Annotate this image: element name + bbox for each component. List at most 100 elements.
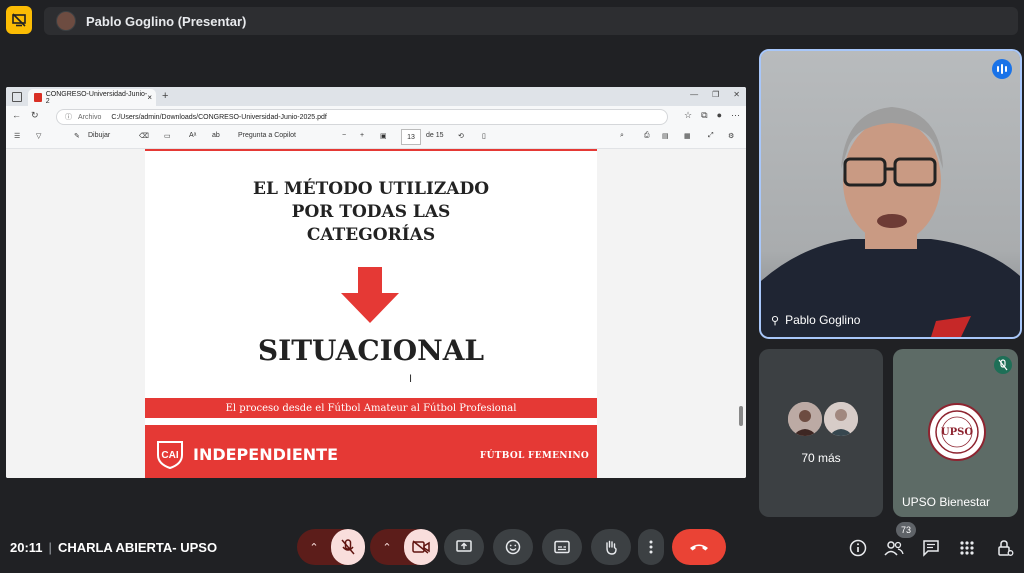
chat-icon[interactable] (921, 538, 941, 558)
down-arrow-icon (341, 267, 399, 323)
mic-options-chevron-icon[interactable]: ⌃ (297, 541, 331, 554)
slide-main-text: SITUACIONAL (257, 334, 485, 367)
profile-icon[interactable]: ● (717, 110, 722, 121)
settings-icon[interactable]: ⚙ (728, 132, 734, 140)
slide-title: EL MÉTODO UTILIZADO POR TODAS LAS CATEGO… (145, 178, 597, 247)
slide-title-line-1: EL MÉTODO UTILIZADO (252, 179, 490, 199)
maximize-icon[interactable]: ❐ (712, 90, 719, 99)
pdf-page: EL MÉTODO UTILIZADO POR TODAS LAS CATEGO… (145, 149, 597, 478)
meeting-info: 20:11 | CHARLA ABIERTA- UPSO (10, 540, 218, 555)
speaker-name: Pablo Goglino (785, 313, 861, 327)
document-area[interactable]: EL MÉTODO UTILIZADO POR TODAS LAS CATEGO… (6, 149, 746, 478)
browser-tabbar: CONGRESO-Universidad-Junio-2 × + — ❐ ✕ (6, 87, 746, 106)
copilot-label[interactable]: Pregunta a Copilot (238, 132, 296, 139)
url-text: C:/Users/admin/Downloads/CONGRESO-Univer… (111, 113, 327, 121)
slide-title-line-2: POR TODAS LAS (291, 202, 451, 222)
category-text: FÚTBOL FEMENINO (479, 451, 589, 461)
participant-avatar (786, 400, 824, 438)
print-icon[interactable]: ⎙ (644, 132, 650, 140)
slide-band: El proceso desde el Fútbol Amateur al Fú… (145, 398, 597, 418)
more-participants-tile[interactable]: 70 más (759, 349, 883, 517)
page-view-icon[interactable]: ▭ (164, 132, 171, 140)
camera-off-button[interactable] (404, 529, 438, 565)
upso-logo-text: UPSO (940, 426, 974, 438)
pdf-toolbar: ☰ ▽ ✎ Dibujar ⌫ ▭ Aᵃ ab Pregunta a Copil… (6, 126, 746, 149)
present-screen-button[interactable] (444, 529, 484, 565)
mic-control: ⌃ (297, 529, 365, 565)
brand-text: INDEPENDIENTE (193, 445, 338, 464)
close-window-icon[interactable]: ✕ (733, 90, 740, 99)
minimize-icon[interactable]: — (690, 90, 698, 99)
tab-actions-icon[interactable] (12, 92, 22, 102)
captions-button[interactable] (542, 529, 582, 565)
camera-options-chevron-icon[interactable]: ⌃ (370, 541, 404, 554)
address-bar[interactable]: ⓘ Archivo C:/Users/admin/Downloads/CONGR… (56, 109, 668, 125)
presentation-bar: Pablo Goglino (Presentar) (44, 7, 1018, 35)
window-controls: — ❐ ✕ (690, 90, 740, 99)
participant-avatar (822, 400, 860, 438)
activities-icon[interactable] (957, 538, 977, 558)
presenter-label: Pablo Goglino (Presentar) (86, 13, 247, 29)
contents-icon[interactable]: ☰ (14, 132, 20, 140)
fullscreen-icon[interactable]: ⤢ (708, 132, 714, 140)
save-icon[interactable]: ▤ (662, 132, 669, 140)
extensions-icon[interactable]: ⧉ (701, 110, 707, 121)
speaker-name-tag: ⚲ Pablo Goglino (771, 313, 860, 327)
search-icon[interactable]: ⌕ (620, 132, 624, 140)
shared-screen: CONGRESO-Universidad-Junio-2 × + — ❐ ✕ ←… (6, 87, 746, 478)
presenter-avatar (56, 11, 76, 31)
more-options-icon[interactable]: ⋯ (731, 110, 740, 121)
speaking-indicator-icon (992, 59, 1012, 79)
speaker-tile[interactable]: ⚲ Pablo Goglino (759, 49, 1022, 339)
slide-footer: CAI INDEPENDIENTE FÚTBOL FEMENINO (145, 425, 597, 478)
more-options-button[interactable] (638, 529, 664, 565)
address-bar-row: ← ↻ ⓘ Archivo C:/Users/admin/Downloads/C… (6, 106, 746, 126)
translate-icon[interactable]: ab (212, 132, 220, 139)
page-number-input[interactable]: 13 (401, 129, 421, 145)
zoom-out-icon[interactable]: − (342, 132, 346, 139)
mic-off-button[interactable] (331, 529, 365, 565)
upso-name: UPSO Bienestar (902, 495, 991, 509)
reactions-button[interactable] (493, 529, 533, 565)
scrollbar-thumb[interactable] (739, 406, 743, 426)
camera-control: ⌃ (370, 529, 438, 565)
read-aloud-icon[interactable]: Aᵃ (189, 132, 196, 139)
leave-call-button[interactable] (672, 529, 726, 565)
svg-text:CAI: CAI (161, 450, 178, 461)
two-page-icon[interactable]: ▯ (482, 132, 486, 140)
fit-page-icon[interactable]: ▣ (380, 132, 387, 140)
draw-label[interactable]: Dibujar (88, 132, 110, 139)
address-prefix: Archivo (78, 113, 102, 121)
people-icon[interactable] (884, 538, 904, 558)
save-as-icon[interactable]: ▦ (684, 132, 691, 140)
upso-logo-icon: UPSO (928, 403, 986, 461)
back-icon[interactable]: ← (12, 110, 21, 121)
browser-tab[interactable]: CONGRESO-Universidad-Junio-2 × (28, 89, 156, 106)
close-tab-icon[interactable]: × (147, 93, 152, 102)
scrollbar[interactable] (738, 151, 744, 473)
pin-icon[interactable]: ⚲ (771, 314, 779, 327)
upso-tile[interactable]: UPSO UPSO Bienestar (893, 349, 1018, 517)
draw-icon[interactable]: ✎ (74, 132, 80, 140)
highlight-icon[interactable]: ▽ (36, 132, 41, 140)
info-icon: ⓘ (65, 114, 72, 121)
tab-title: CONGRESO-Universidad-Junio-2 (45, 90, 148, 105)
text-cursor-icon: I (409, 373, 413, 385)
stop-presenting-icon[interactable] (6, 6, 32, 34)
host-controls-icon[interactable] (995, 538, 1015, 558)
page-total: de 15 (426, 132, 444, 139)
meeting-title: CHARLA ABIERTA- UPSO (57, 540, 218, 555)
more-count-label: 70 más (801, 451, 841, 465)
meeting-details-icon[interactable] (848, 538, 868, 558)
pdf-icon (34, 93, 42, 102)
speaker-video (761, 107, 1020, 337)
eraser-icon[interactable]: ⌫ (139, 132, 149, 140)
rotate-icon[interactable]: ⟲ (458, 132, 464, 140)
favorite-icon[interactable]: ☆ (684, 110, 692, 121)
new-tab-icon[interactable]: + (162, 90, 168, 102)
refresh-icon[interactable]: ↻ (31, 110, 39, 121)
club-crest-icon: CAI (155, 439, 185, 469)
mic-muted-icon (994, 356, 1012, 374)
zoom-in-icon[interactable]: + (360, 132, 364, 139)
raise-hand-button[interactable] (591, 529, 631, 565)
